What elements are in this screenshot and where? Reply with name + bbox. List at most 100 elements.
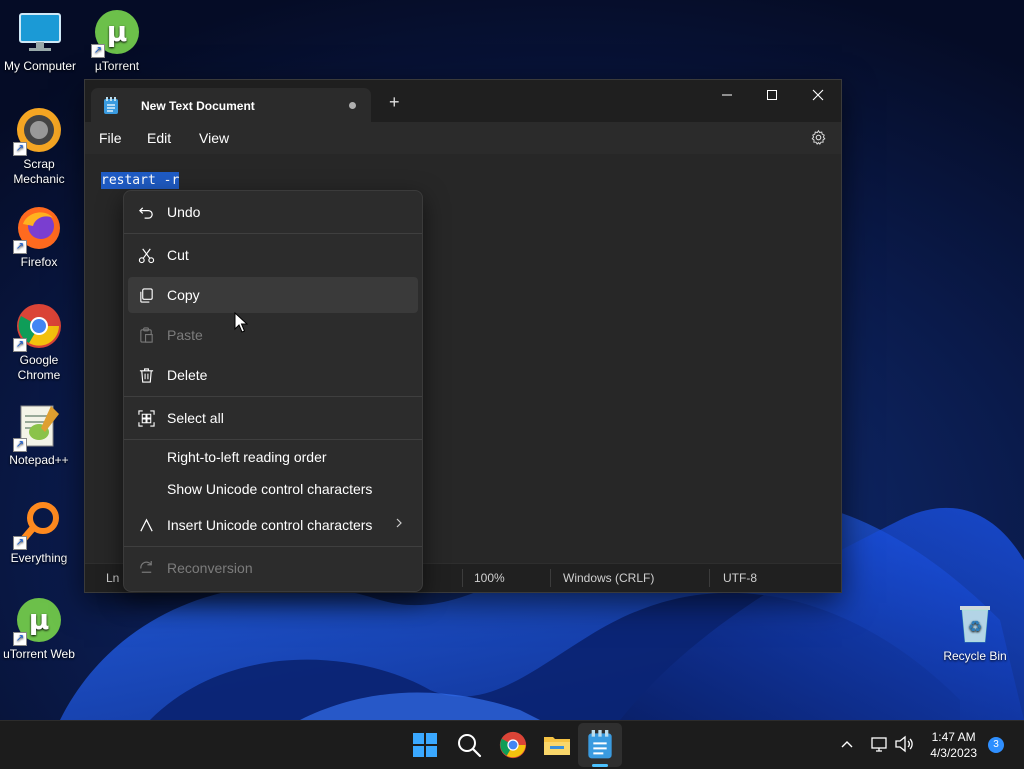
menu-item-reconversion[interactable]: Reconversion <box>128 550 418 586</box>
mouse-cursor-icon <box>234 311 249 339</box>
paste-icon <box>140 327 153 343</box>
desktop-icon-google-chrome[interactable]: ↗ Google Chrome <box>0 302 78 383</box>
taskbar-running-indicator <box>592 764 608 767</box>
shortcut-arrow-icon: ↗ <box>13 240 27 254</box>
status-divider <box>550 569 551 587</box>
menu-item-label: Delete <box>167 367 208 383</box>
desktop-icon-my-computer[interactable]: My Computer <box>0 8 80 74</box>
firefox-icon: ↗ <box>13 204 63 254</box>
menu-item-label: Undo <box>167 204 201 220</box>
desktop-icon-label: Notepad++ <box>9 453 69 467</box>
desktop-icon-scrap-mechanic[interactable]: ↗ Scrap Mechanic <box>0 106 78 187</box>
new-tab-button[interactable]: + <box>389 93 400 111</box>
menu-item-label: Copy <box>167 287 200 303</box>
scrap-mechanic-icon: ↗ <box>13 106 63 156</box>
notification-badge[interactable]: 3 <box>988 737 1004 753</box>
menu-item-delete[interactable]: Delete <box>128 357 418 393</box>
menu-item-label: Right-to-left reading order <box>167 449 327 465</box>
desktop-icon-label: Google Chrome <box>17 353 61 382</box>
utorrent-web-icon: µ ↗ <box>13 596 63 646</box>
svg-text:µ: µ <box>107 15 128 48</box>
settings-gear-icon[interactable] <box>810 129 827 151</box>
maximize-icon <box>767 90 777 100</box>
menu-item-rtl-reading-order[interactable]: Right-to-left reading order <box>128 439 418 475</box>
menu-item-show-unicode[interactable]: Show Unicode control characters <box>128 471 418 507</box>
chevron-up-icon[interactable] <box>840 737 854 755</box>
desktop-icon-utorrent[interactable]: µ ↗ µTorrent <box>77 8 157 74</box>
select-all-icon <box>138 410 155 427</box>
menu-item-cut[interactable]: Cut <box>128 237 418 273</box>
menu-item-label: Reconversion <box>167 560 253 576</box>
desktop-icon-notepadpp[interactable]: ↗ Notepad++ <box>0 402 78 468</box>
status-divider <box>462 569 463 587</box>
menu-item-undo[interactable]: Undo <box>128 194 418 230</box>
shortcut-arrow-icon: ↗ <box>13 142 27 156</box>
status-zoom: 100% <box>474 571 505 585</box>
menu-item-label: Select all <box>167 410 224 426</box>
status-line: Ln <box>106 571 120 585</box>
clock-time: 1:47 AM <box>931 730 976 744</box>
network-icon[interactable] <box>870 735 888 758</box>
scissors-icon <box>138 248 155 264</box>
status-line-ending: Windows (CRLF) <box>563 571 655 585</box>
chrome-icon <box>499 731 527 759</box>
tab-new-text-document[interactable]: New Text Document <box>91 88 371 122</box>
menu-divider <box>124 396 422 397</box>
shortcut-arrow-icon: ↗ <box>13 438 27 452</box>
desktop-icon-utorrent-web[interactable]: µ ↗ uTorrent Web <box>0 596 78 662</box>
taskbar: 1:47 AM 4/3/2023 3 <box>0 720 1024 769</box>
notepad-icon <box>588 730 612 759</box>
selected-text[interactable]: restart -r <box>101 172 180 189</box>
tab-title: New Text Document <box>141 99 255 113</box>
menu-item-paste[interactable]: Paste <box>128 317 418 353</box>
recycle-bin-icon: ♻ <box>951 598 999 646</box>
menu-bar: File Edit View <box>85 122 841 154</box>
shortcut-arrow-icon: ↗ <box>13 338 27 352</box>
taskbar-notepad[interactable] <box>585 730 615 760</box>
start-button[interactable] <box>410 730 440 760</box>
minimize-button[interactable] <box>704 80 750 110</box>
volume-icon[interactable] <box>894 735 914 758</box>
menu-item-insert-unicode[interactable]: Insert Unicode control characters <box>128 507 418 543</box>
search-icon <box>458 734 482 758</box>
desktop-icon-label: uTorrent Web <box>3 647 75 661</box>
menu-view[interactable]: View <box>199 130 229 146</box>
reconversion-icon <box>140 560 152 573</box>
folder-icon <box>544 737 570 755</box>
windows-logo-icon <box>413 733 437 757</box>
desktop-icon-firefox[interactable]: ↗ Firefox <box>0 204 78 270</box>
menu-divider <box>124 233 422 234</box>
close-button[interactable] <box>795 80 841 110</box>
magnifier-icon: ↗ <box>13 500 63 550</box>
desktop-icon-label: Firefox <box>20 255 58 269</box>
context-menu: Undo Cut Copy Paste Delete Select all Ri… <box>123 190 423 592</box>
copy-icon <box>140 288 153 303</box>
unsaved-dot-icon[interactable] <box>349 102 356 109</box>
clock[interactable]: 1:47 AM 4/3/2023 <box>930 729 977 761</box>
chevron-right-icon <box>396 518 402 528</box>
trash-icon <box>139 368 154 383</box>
menu-item-select-all[interactable]: Select all <box>128 400 418 436</box>
taskbar-chrome[interactable] <box>498 730 528 760</box>
taskbar-file-explorer[interactable] <box>542 730 572 760</box>
shortcut-arrow-icon: ↗ <box>91 44 105 58</box>
menu-item-copy[interactable]: Copy <box>128 277 418 313</box>
undo-icon <box>139 207 153 219</box>
desktop-icon-recycle-bin[interactable]: ♻ Recycle Bin <box>935 598 1015 664</box>
search-button[interactable] <box>454 730 484 760</box>
monitor-icon <box>16 8 64 56</box>
desktop-icon-label: Scrap Mechanic <box>13 157 65 186</box>
title-bar[interactable]: New Text Document + <box>85 80 841 122</box>
minimize-icon <box>722 94 732 96</box>
menu-item-label: Paste <box>167 327 203 343</box>
desktop-icon-label: Recycle Bin <box>943 649 1007 663</box>
menu-file[interactable]: File <box>99 130 122 146</box>
menu-item-label: Show Unicode control characters <box>167 481 373 497</box>
maximize-button[interactable] <box>749 80 795 110</box>
desktop-icon-label: My Computer <box>3 59 77 73</box>
desktop-icon-label: µTorrent <box>94 59 140 73</box>
desktop-icon-everything[interactable]: ↗ Everything <box>0 500 78 566</box>
menu-item-label: Cut <box>167 247 189 263</box>
menu-edit[interactable]: Edit <box>147 130 171 146</box>
svg-text:♻: ♻ <box>968 617 982 636</box>
